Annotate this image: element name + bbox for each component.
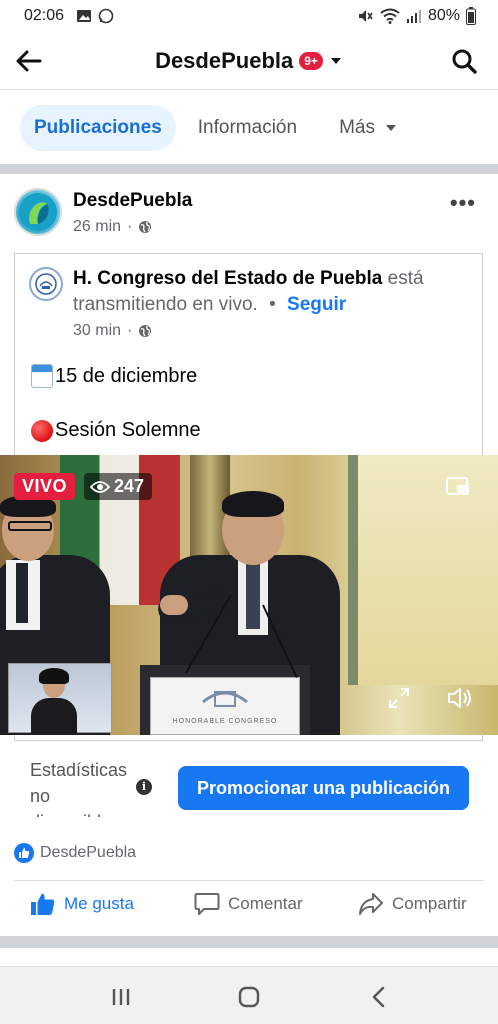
podium-plate: HONORABLE CONGRESO bbox=[150, 677, 300, 735]
battery-icon bbox=[466, 7, 476, 25]
promote-post-button[interactable]: Promocionar una publicación bbox=[178, 766, 469, 810]
sign-language-inset bbox=[8, 663, 112, 734]
page-switcher[interactable]: DesdePuebla 9+ bbox=[0, 32, 498, 90]
tab-publicaciones[interactable]: Publicaciones bbox=[20, 105, 176, 151]
post-time[interactable]: 26 min bbox=[73, 218, 121, 236]
page-tabs: Publicaciones Información Más bbox=[0, 92, 498, 164]
volume-icon[interactable] bbox=[446, 685, 474, 711]
status-time: 02:06 bbox=[24, 7, 65, 24]
eye-icon bbox=[90, 480, 110, 493]
post-meta: 26 min · bbox=[73, 218, 152, 236]
info-icon[interactable]: i bbox=[136, 779, 152, 795]
gallery-icon bbox=[77, 10, 92, 22]
notification-badge: 9+ bbox=[299, 52, 323, 70]
status-bar: 02:06 80% bbox=[0, 0, 498, 32]
picture-in-picture-icon[interactable] bbox=[446, 475, 470, 499]
session-text: Sesión Solemne bbox=[55, 419, 201, 441]
thumbs-up-icon bbox=[31, 893, 55, 915]
wifi-icon bbox=[380, 8, 400, 24]
tab-informacion[interactable]: Información bbox=[198, 105, 311, 151]
post-author[interactable]: DesdePuebla bbox=[73, 190, 192, 212]
podium-text: HONORABLE CONGRESO bbox=[172, 718, 278, 725]
globe-icon bbox=[139, 221, 152, 233]
congress-seal-icon bbox=[35, 273, 57, 295]
page-header: DesdePuebla 9+ bbox=[0, 32, 498, 90]
follow-link[interactable]: Seguir bbox=[287, 294, 346, 315]
home-icon[interactable] bbox=[236, 984, 262, 1010]
comment-icon bbox=[194, 893, 220, 915]
avatar[interactable] bbox=[14, 188, 62, 236]
date-text: 15 de diciembre bbox=[55, 364, 198, 387]
calendar-icon bbox=[31, 364, 53, 388]
recent-apps-icon[interactable] bbox=[108, 984, 134, 1010]
mute-icon bbox=[358, 10, 373, 22]
like-button[interactable]: Me gusta bbox=[30, 892, 134, 916]
post-actions: Me gusta Comentar Compartir bbox=[0, 882, 498, 932]
live-video-player[interactable]: HONORABLE CONGRESO VIVO 247 bbox=[0, 455, 498, 735]
comment-label: Comentar bbox=[228, 894, 303, 913]
tab-mas[interactable]: Más bbox=[333, 105, 411, 151]
viewer-count: 247 bbox=[84, 473, 153, 500]
more-options-icon[interactable]: ••• bbox=[450, 190, 476, 216]
actions-divider bbox=[14, 880, 484, 881]
page-logo-icon bbox=[19, 193, 57, 231]
like-label: Me gusta bbox=[64, 894, 134, 913]
separator-dot: • bbox=[269, 294, 276, 315]
post-line-date: 15 de diciembre bbox=[31, 364, 197, 388]
search-icon[interactable] bbox=[450, 47, 478, 75]
section-divider bbox=[0, 164, 498, 174]
post-line-session: Sesión Solemne bbox=[31, 419, 201, 442]
share-icon bbox=[359, 893, 383, 915]
tab-label: Información bbox=[197, 117, 298, 138]
battery-percent: 80% bbox=[427, 7, 460, 24]
fullscreen-icon[interactable] bbox=[388, 687, 410, 709]
back-icon[interactable] bbox=[366, 984, 392, 1010]
globe-icon bbox=[139, 325, 152, 337]
page-title: DesdePuebla bbox=[155, 48, 294, 73]
viewer-count-value: 247 bbox=[114, 476, 145, 496]
shared-post-time[interactable]: 30 min bbox=[73, 322, 121, 340]
share-button[interactable]: Compartir bbox=[358, 892, 467, 916]
post-header: DesdePuebla 26 min · ••• bbox=[0, 176, 498, 248]
section-divider bbox=[0, 936, 498, 948]
live-badge: VIVO bbox=[14, 473, 76, 500]
red-circle-icon bbox=[31, 419, 53, 442]
tab-label: Más bbox=[339, 117, 375, 138]
shared-post-meta: 30 min · bbox=[73, 322, 152, 340]
caret-down-icon bbox=[330, 58, 341, 64]
system-navigation-bar bbox=[0, 966, 498, 1024]
caret-down-icon bbox=[385, 125, 396, 131]
share-label: Compartir bbox=[392, 894, 467, 913]
reactions-summary[interactable]: DesdePuebla bbox=[14, 843, 136, 863]
comment-button[interactable]: Comentar bbox=[194, 892, 303, 916]
thumbs-up-reaction-icon bbox=[14, 843, 34, 863]
tab-label: Publicaciones bbox=[34, 117, 162, 138]
shared-org-name[interactable]: H. Congreso del Estado de Puebla bbox=[73, 268, 382, 289]
shared-post-text: H. Congreso del Estado de Puebla está tr… bbox=[73, 266, 473, 318]
whatsapp-icon bbox=[98, 8, 114, 24]
congress-avatar[interactable] bbox=[29, 267, 63, 301]
reactions-name: DesdePuebla bbox=[40, 844, 137, 861]
stats-unavailable-text: Estadísticas no disponibles bbox=[30, 760, 128, 817]
signal-icon bbox=[406, 10, 421, 23]
